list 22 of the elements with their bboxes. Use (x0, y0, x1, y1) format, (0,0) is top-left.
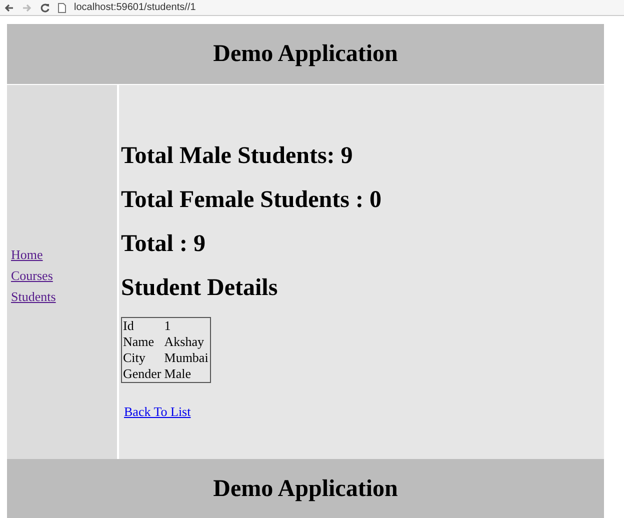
summary-heading: Total : 9 (121, 230, 206, 258)
field-value: Mumbai (163, 350, 210, 366)
field-value: Male (163, 366, 192, 382)
field-label: Id (122, 318, 135, 334)
summary-heading: Total Female Students : 0 (121, 186, 382, 214)
field-value: Akshay (163, 334, 205, 350)
field-label: Gender (122, 366, 162, 382)
field-label: Name (122, 334, 156, 350)
page-icon (58, 2, 66, 12)
nav-link[interactable]: Home (11, 247, 117, 263)
back-link[interactable]: Back To List (124, 404, 191, 420)
section-heading: Student Details (121, 274, 279, 302)
address-field[interactable]: localhost:59601/students//1 (74, 2, 196, 13)
footer-title: Demo Application (213, 476, 398, 502)
back-icon[interactable] (4, 2, 14, 12)
field-label: City (122, 350, 146, 366)
header-title: Demo Application (213, 40, 398, 68)
nav-link[interactable]: Courses (11, 268, 117, 284)
summary-heading: Total Male Students: 9 (121, 142, 354, 170)
nav-link[interactable]: Students (11, 289, 117, 305)
field-value: 1 (163, 318, 172, 334)
reload-icon[interactable] (40, 2, 50, 12)
